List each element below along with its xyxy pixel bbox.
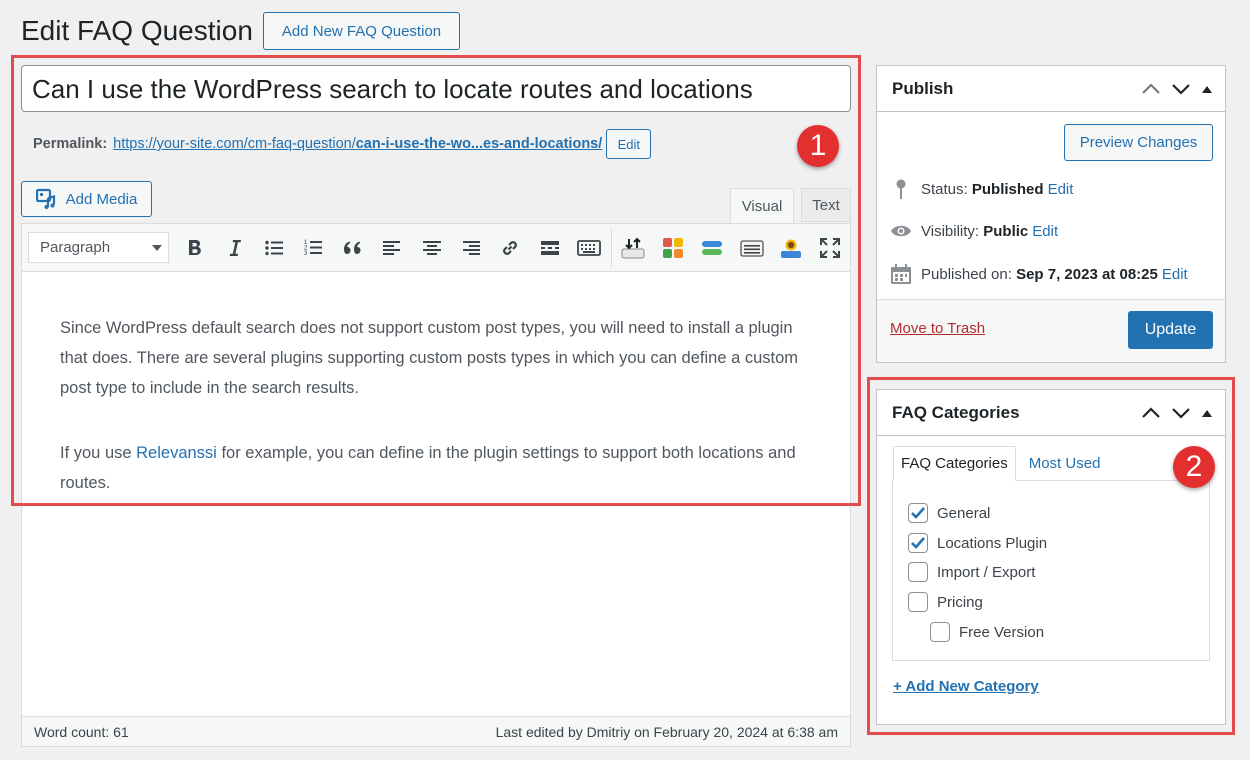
published-value: Sep 7, 2023 at 08:25 xyxy=(1016,265,1158,283)
visibility-label: Visibility: xyxy=(921,222,980,240)
highlight-box-editor xyxy=(11,55,861,506)
tab-faq-categories[interactable]: FAQ Categories xyxy=(893,446,1016,481)
page-title: Edit FAQ Question xyxy=(21,15,253,46)
chevron-down-icon[interactable] xyxy=(1171,83,1191,95)
update-button[interactable]: Update xyxy=(1128,311,1213,349)
collapse-arrow-icon[interactable] xyxy=(1201,84,1213,94)
highlight-box-categories xyxy=(867,377,1235,735)
eye-icon xyxy=(891,225,911,237)
published-label: Published on: xyxy=(921,265,1012,283)
visibility-edit-link[interactable]: Edit xyxy=(1032,223,1058,240)
calendar-icon xyxy=(891,264,911,284)
publish-title: Publish xyxy=(892,78,954,98)
preview-changes-button[interactable]: Preview Changes xyxy=(1064,124,1213,161)
last-edited: Last edited by Dmitriy on February 20, 2… xyxy=(495,723,838,740)
word-count: Word count: 61 xyxy=(34,723,129,740)
published-edit-link[interactable]: Edit xyxy=(1162,266,1188,283)
status-edit-link[interactable]: Edit xyxy=(1048,181,1074,198)
published-on-row: Published on: Sep 7, 2023 at 08:25 Edit xyxy=(890,263,1188,285)
annotation-badge-2: 2 xyxy=(1173,446,1215,488)
status-row: Status: Published Edit xyxy=(890,178,1073,200)
publish-panel-header: Publish xyxy=(877,66,1225,112)
editor-statusbar: Word count: 61 Last edited by Dmitriy on… xyxy=(22,716,850,746)
add-new-faq-button[interactable]: Add New FAQ Question xyxy=(263,12,460,50)
annotation-badge-1: 1 xyxy=(797,125,839,167)
chevron-up-icon[interactable] xyxy=(1141,82,1161,95)
move-to-trash-link[interactable]: Move to Trash xyxy=(890,320,985,337)
status-value: Published xyxy=(971,180,1044,198)
pin-icon xyxy=(896,179,906,199)
visibility-value: Public xyxy=(983,222,1029,240)
visibility-row: Visibility: Public Edit xyxy=(890,220,1058,242)
status-label: Status: xyxy=(921,180,968,198)
